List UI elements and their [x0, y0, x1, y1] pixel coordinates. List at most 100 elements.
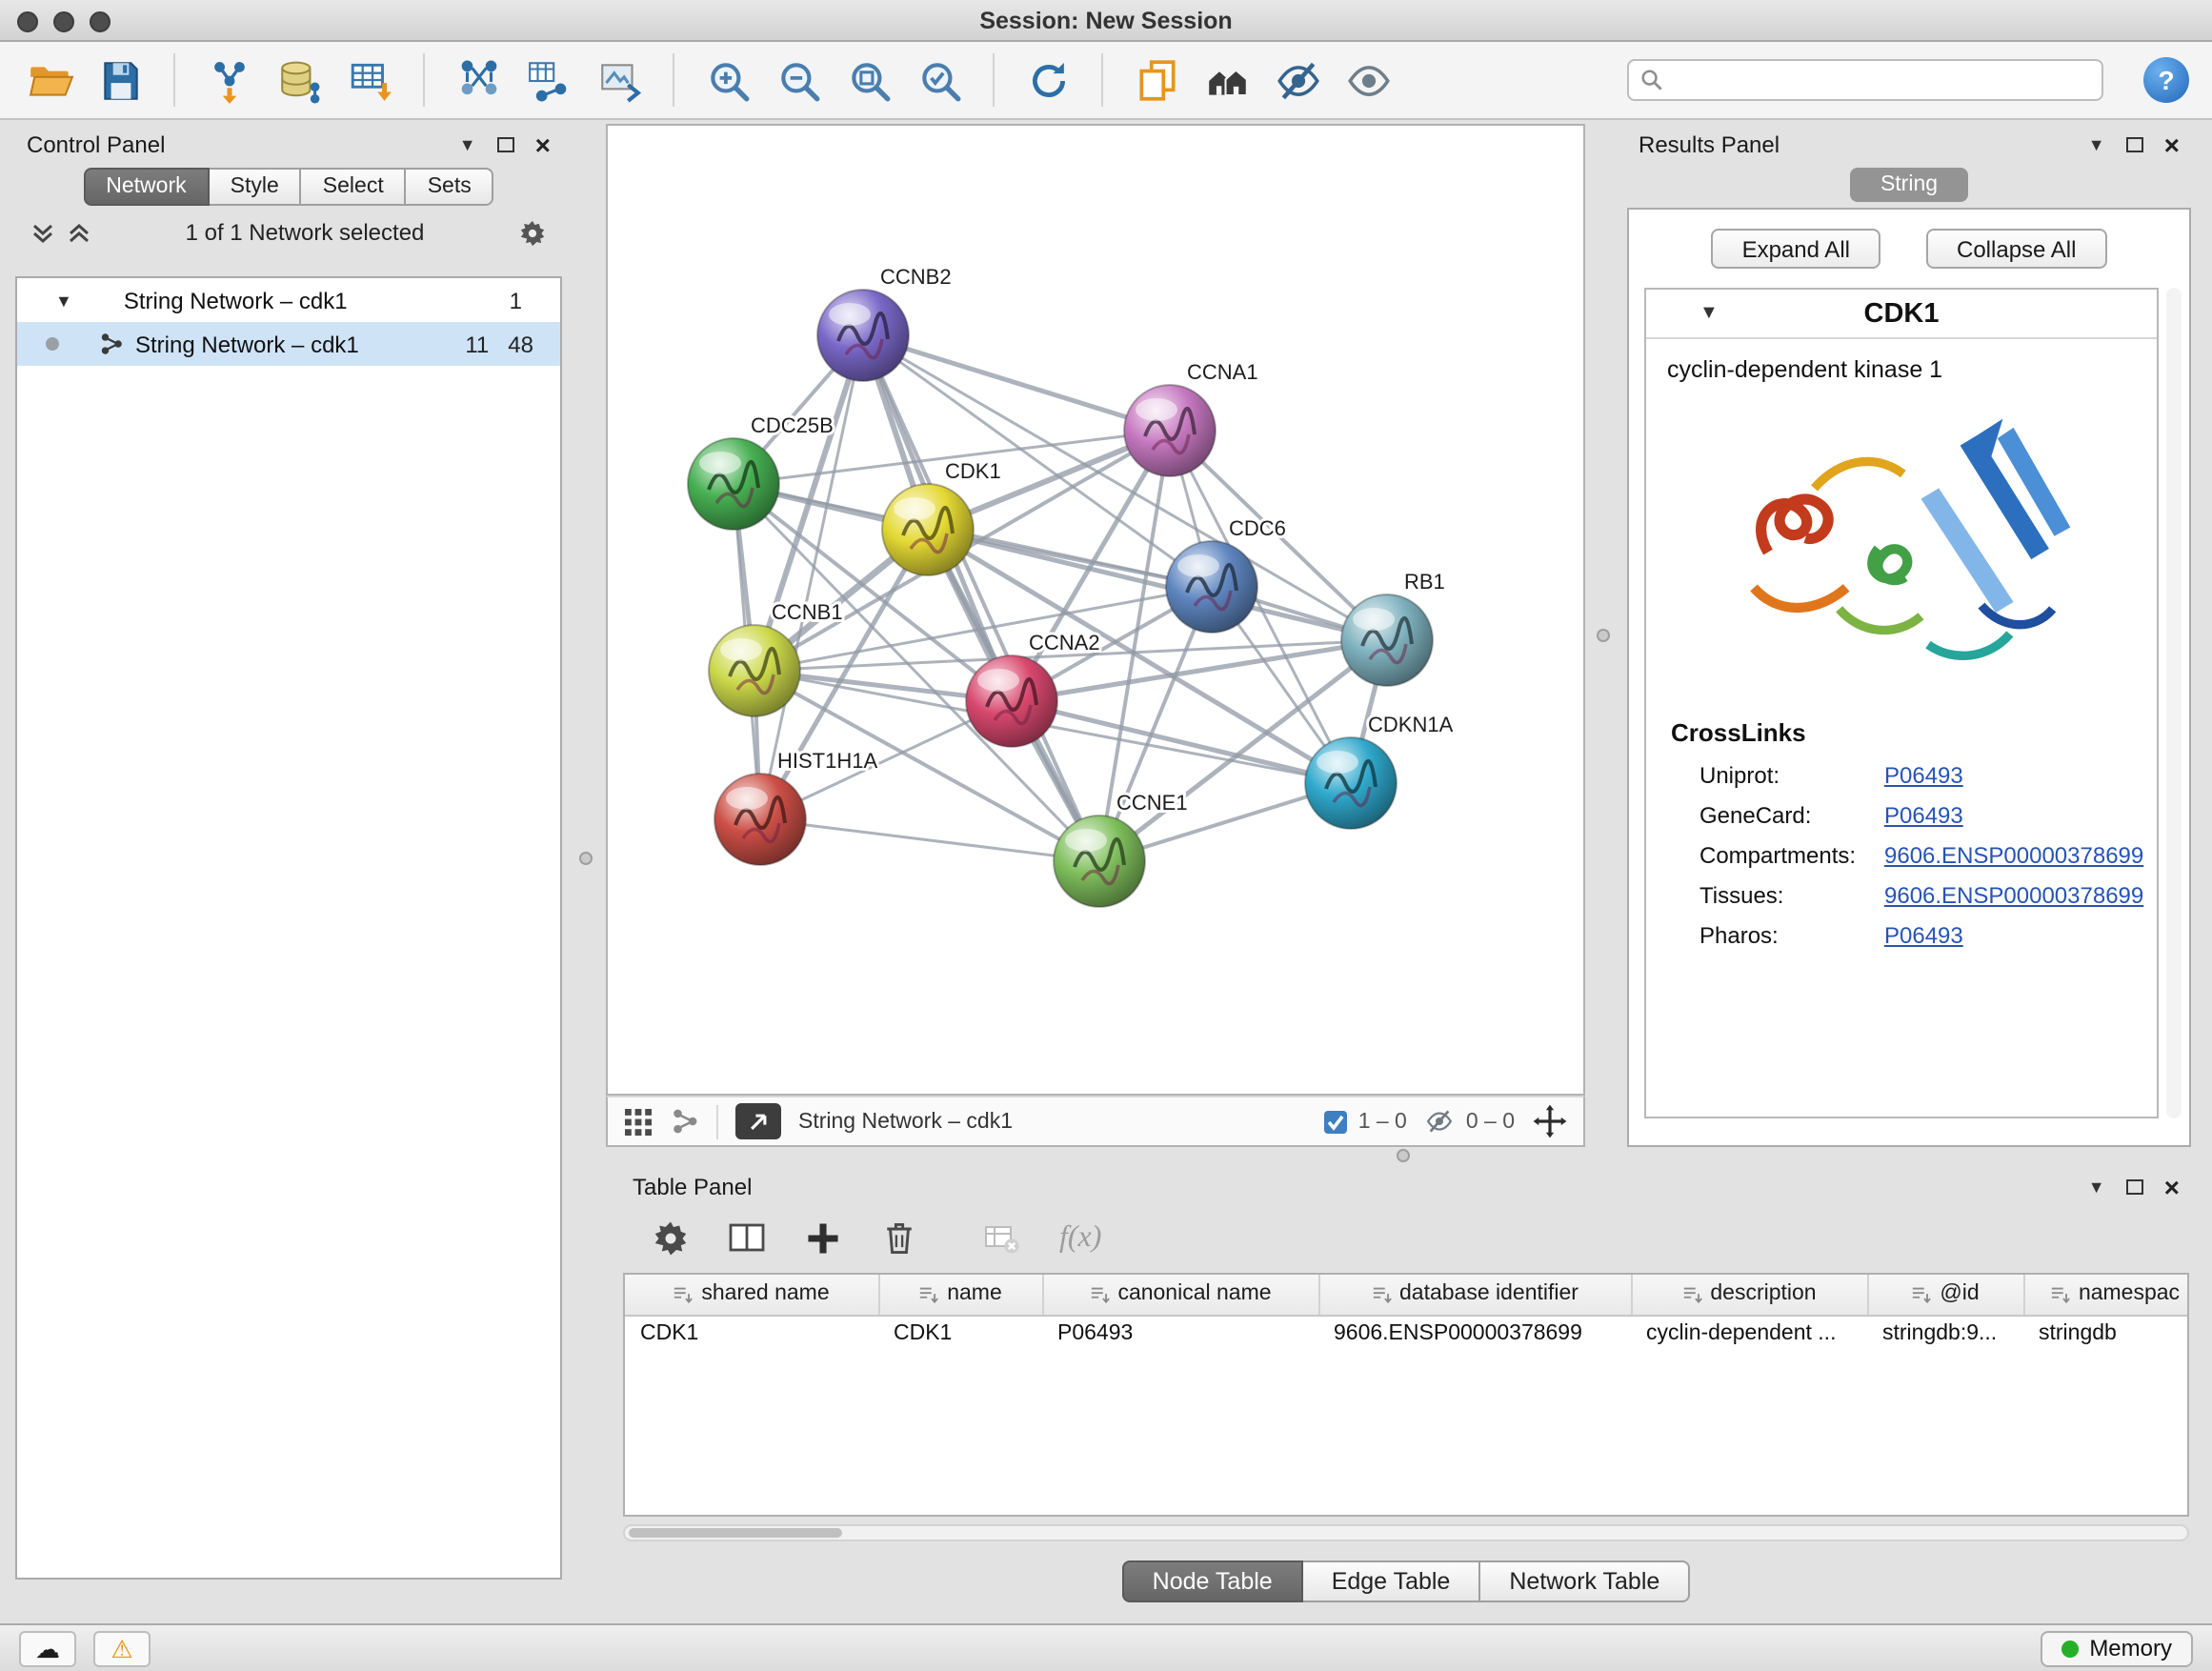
maximize-window-button[interactable] [90, 10, 111, 31]
add-column-icon[interactable] [804, 1219, 842, 1258]
delete-column-icon[interactable] [880, 1219, 918, 1258]
network-node-HIST1H1A[interactable] [714, 774, 806, 865]
import-network-from-database-icon[interactable] [272, 51, 326, 109]
tab-sets[interactable]: Sets [407, 168, 494, 206]
network-row-selected[interactable]: String Network – cdk1 11 48 [17, 322, 560, 366]
tab-node-table[interactable]: Node Table [1122, 1560, 1303, 1602]
crosslink-link[interactable]: P06493 [1884, 921, 1963, 948]
table-cell[interactable]: cyclin-dependent ... [1631, 1315, 1867, 1353]
warnings-button[interactable]: ⚠ [93, 1630, 151, 1666]
network-options-gear-icon[interactable] [518, 218, 547, 247]
network-canvas-svg[interactable]: CCNB2CCNA1CDC25BCDK1CDC6RB1CCNB1CCNA2CDK… [608, 126, 1583, 1094]
splitter-grip[interactable] [1397, 1149, 1410, 1162]
tab-network[interactable]: Network [83, 168, 209, 206]
export-network-image-icon[interactable] [593, 51, 646, 109]
show-all-icon[interactable] [1341, 51, 1395, 109]
network-node-RB1[interactable] [1341, 594, 1433, 686]
table-row[interactable]: CDK1CDK1P064939606.ENSP00000378699cyclin… [625, 1315, 2189, 1353]
tree-expand-icon[interactable]: ▼ [55, 291, 72, 310]
table-cell[interactable]: stringdb [2023, 1315, 2189, 1353]
network-view[interactable]: CCNB2CCNA1CDC25BCDK1CDC6RB1CCNB1CCNA2CDK… [606, 124, 1585, 1096]
network-node-CCNB1[interactable] [709, 625, 800, 716]
gene-card-header[interactable]: ▼ CDK1 [1646, 290, 2157, 339]
column-header-description[interactable]: description [1631, 1275, 1867, 1315]
import-table-from-file-icon[interactable] [343, 51, 396, 109]
column-header-database-identifier[interactable]: database identifier [1318, 1275, 1631, 1315]
show-columns-icon[interactable] [728, 1219, 766, 1258]
network-node-CCNA1[interactable] [1124, 385, 1216, 476]
collapse-panel-icon[interactable]: ▼ [459, 136, 476, 153]
hide-selected-icon[interactable] [1271, 51, 1324, 109]
pan-move-icon[interactable] [1532, 1103, 1568, 1139]
splitter-grip[interactable] [1597, 629, 1610, 642]
crosslink-link[interactable]: P06493 [1884, 761, 1963, 788]
new-network-from-table-icon[interactable] [522, 51, 575, 109]
collapse-panel-icon[interactable]: ▼ [2088, 136, 2105, 153]
tab-edge-table[interactable]: Edge Table [1303, 1560, 1481, 1602]
import-network-from-file-icon[interactable] [202, 51, 255, 109]
annotation-icon[interactable] [1130, 51, 1183, 109]
float-panel-icon[interactable] [497, 137, 514, 152]
network-edge-HIST1H1A-CCNE1[interactable] [760, 819, 1099, 861]
zoom-selected-icon[interactable] [913, 51, 966, 109]
network-node-CCNE1[interactable] [1054, 815, 1145, 907]
network-node-CDK1[interactable] [882, 484, 974, 575]
collapse-section-icon[interactable]: ▼ [1699, 304, 1719, 323]
collapse-all-button[interactable]: Collapse All [1926, 229, 2106, 269]
crosslink-link[interactable]: P06493 [1884, 801, 1963, 828]
memory-button[interactable]: Memory [2040, 1630, 2193, 1666]
network-node-CDC25B[interactable] [688, 438, 779, 530]
float-panel-icon[interactable] [2126, 137, 2143, 152]
results-scrollbar[interactable] [2166, 288, 2182, 1118]
table-cell[interactable]: CDK1 [878, 1315, 1042, 1353]
scrollbar-thumb[interactable] [629, 1528, 842, 1538]
first-neighbors-icon[interactable] [1200, 51, 1254, 109]
save-session-icon[interactable] [93, 51, 147, 109]
open-in-window-button[interactable] [735, 1103, 781, 1139]
column-header-name[interactable]: name [878, 1275, 1042, 1315]
splitter-grip[interactable] [579, 852, 593, 865]
close-window-button[interactable] [17, 10, 38, 31]
network-node-CDC6[interactable] [1166, 541, 1257, 633]
table-horizontal-scrollbar[interactable] [623, 1524, 2189, 1541]
help-icon[interactable]: ? [2143, 57, 2189, 103]
collapse-panel-icon[interactable]: ▼ [2088, 1178, 2105, 1196]
open-session-icon[interactable] [23, 51, 76, 109]
table-options-gear-icon[interactable] [652, 1219, 690, 1258]
network-node-CCNA2[interactable] [966, 655, 1057, 747]
float-panel-icon[interactable] [2126, 1179, 2143, 1195]
table-cell[interactable]: 9606.ENSP00000378699 [1318, 1315, 1631, 1353]
column-header-canonical-name[interactable]: canonical name [1042, 1275, 1318, 1315]
new-network-icon[interactable] [452, 51, 505, 109]
selected-checkbox-icon[interactable] [1322, 1108, 1349, 1135]
cloud-status-button[interactable]: ☁ [19, 1630, 76, 1666]
expand-all-networks-icon[interactable] [30, 220, 55, 245]
close-panel-icon[interactable]: × [2164, 1174, 2180, 1200]
column-header-namespac[interactable]: namespac [2023, 1275, 2189, 1315]
zoom-in-icon[interactable] [701, 51, 754, 109]
network-node-CCNB2[interactable] [817, 290, 909, 381]
close-panel-icon[interactable]: × [535, 131, 551, 158]
minimize-window-button[interactable] [53, 10, 74, 31]
tab-style[interactable]: Style [210, 168, 302, 206]
expand-all-button[interactable]: Expand All [1712, 229, 1880, 269]
zoom-out-icon[interactable] [772, 51, 825, 109]
title-bar[interactable]: Session: New Session [0, 0, 2212, 42]
tab-network-table[interactable]: Network Table [1480, 1560, 1690, 1602]
network-edge-CCNB2-CCNE1[interactable] [863, 335, 1099, 861]
tab-string[interactable]: String [1850, 168, 1968, 202]
table-cell[interactable]: CDK1 [625, 1315, 878, 1353]
zoom-fit-icon[interactable] [842, 51, 895, 109]
crosslink-link[interactable]: 9606.ENSP00000378699 [1884, 841, 2143, 868]
table-cell[interactable]: stringdb:9... [1867, 1315, 2023, 1353]
column-header--id[interactable]: @id [1867, 1275, 2023, 1315]
collapse-all-networks-icon[interactable] [67, 220, 91, 245]
tab-select[interactable]: Select [302, 168, 407, 206]
close-panel-icon[interactable]: × [2164, 131, 2180, 158]
table-cell[interactable]: P06493 [1042, 1315, 1318, 1353]
grid-view-icon[interactable] [623, 1106, 654, 1137]
network-edge-CCNB2-HIST1H1A[interactable] [760, 335, 863, 819]
network-collection-row[interactable]: ▼ String Network – cdk1 1 [17, 278, 560, 322]
hidden-eye-slash-icon[interactable] [1424, 1107, 1457, 1136]
network-share-icon[interactable] [671, 1107, 699, 1136]
